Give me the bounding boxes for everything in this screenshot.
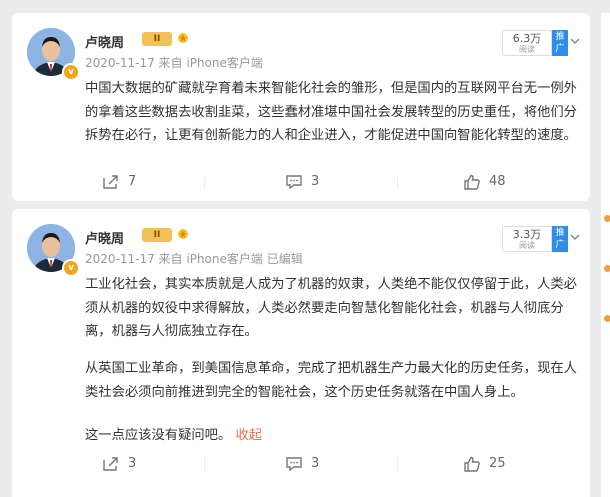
post-text: 工业化社会，其实本质就是人成为了机器的奴隶，人类绝不能仅仅停留于此，人类必须从机… — [85, 277, 577, 339]
verified-badge-icon: v — [62, 63, 80, 81]
like-button[interactable]: 48 — [463, 174, 523, 190]
post-text-line: 这一点应该没有疑问吧。 — [85, 428, 232, 443]
author-name[interactable]: 卢晓周 — [85, 32, 124, 51]
forward-icon — [103, 457, 118, 471]
comment-count: 3 — [311, 456, 320, 471]
post-text: 中国大数据的矿藏就孕育着未来智能化社会的雏形，但是国内的互联网平台无一例外的拿着… — [85, 81, 577, 143]
post-meta: 2020-11-17 来自 iPhone客户端 已编辑 — [85, 252, 303, 266]
like-button[interactable]: 25 — [463, 456, 523, 472]
side-dot — [604, 315, 610, 322]
side-dot — [604, 265, 610, 272]
weibo-post-card: v 卢晓周 II 2020-11-17 来自 iPhone客户端 6.3万 阅读… — [12, 13, 590, 201]
like-icon — [464, 456, 480, 472]
chevron-down-icon[interactable] — [569, 231, 581, 243]
comment-icon — [286, 175, 302, 190]
star-badge-icon[interactable] — [175, 226, 191, 242]
post-text-last: 这一点应该没有疑问吧。 收起 — [85, 424, 583, 448]
level-badge[interactable]: II — [142, 228, 172, 242]
star-badge-icon[interactable] — [175, 30, 191, 46]
post-meta: 2020-11-17 来自 iPhone客户端 — [85, 56, 263, 70]
forward-button[interactable]: 3 — [102, 456, 162, 472]
forward-icon — [103, 175, 118, 189]
read-count-box[interactable]: 3.3万 阅读 — [502, 226, 552, 252]
author-name[interactable]: 卢晓周 — [85, 228, 124, 247]
post-text: 从英国工业革命，到美国信息革命，完成了把机器生产力最大化的历史任务，现在人类社会… — [85, 361, 577, 400]
forward-count: 3 — [128, 456, 137, 471]
read-label: 阅读 — [519, 241, 535, 250]
action-divider — [204, 457, 205, 471]
forward-count: 7 — [128, 174, 137, 189]
read-count-box[interactable]: 6.3万 阅读 — [502, 30, 552, 56]
side-column-edge — [601, 13, 610, 497]
action-divider — [397, 175, 398, 189]
collapse-link[interactable]: 收起 — [236, 428, 263, 443]
chevron-down-icon[interactable] — [569, 35, 581, 47]
like-icon — [464, 174, 480, 190]
read-count: 6.3万 — [512, 32, 542, 45]
level-badge[interactable]: II — [142, 32, 172, 46]
read-count: 3.3万 — [512, 228, 542, 241]
weibo-post-card: v 卢晓周 II 2020-11-17 来自 iPhone客户端 已编辑 3.3… — [12, 209, 590, 497]
forward-button[interactable]: 7 — [102, 174, 162, 190]
comment-count: 3 — [311, 174, 320, 189]
promote-button[interactable]: 推广 — [552, 30, 568, 56]
like-count: 25 — [489, 456, 506, 471]
read-label: 阅读 — [519, 45, 535, 54]
comment-icon — [286, 457, 302, 472]
verified-badge-icon: v — [62, 259, 80, 277]
like-count: 48 — [489, 174, 506, 189]
action-divider — [397, 457, 398, 471]
comment-button[interactable]: 3 — [285, 174, 345, 190]
promote-button[interactable]: 推广 — [552, 226, 568, 252]
comment-button[interactable]: 3 — [285, 456, 345, 472]
action-divider — [204, 175, 205, 189]
side-dot — [604, 215, 610, 222]
